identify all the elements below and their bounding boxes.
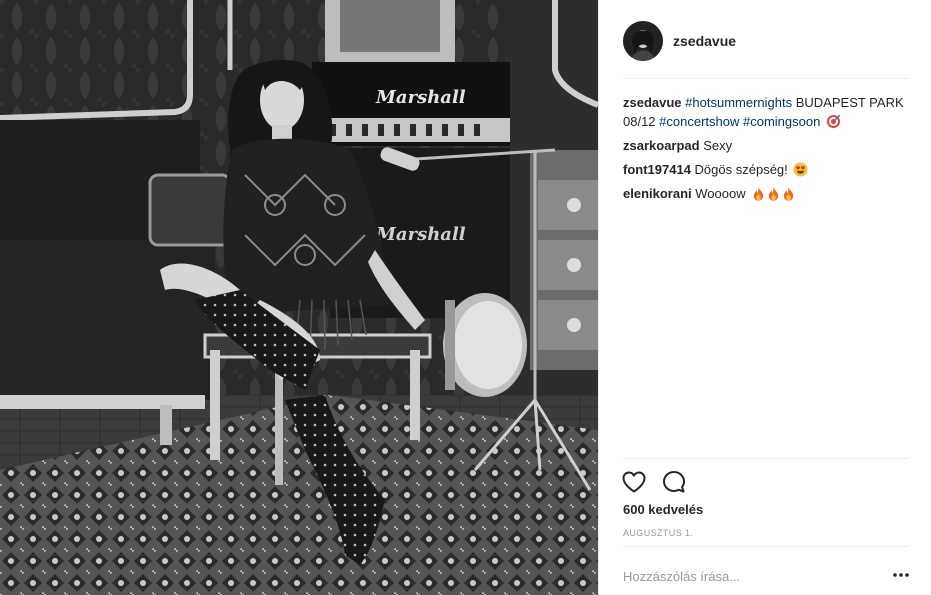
target-emoji-icon (826, 114, 841, 129)
speech-bubble-icon[interactable] (661, 469, 687, 495)
comment-item: elenikorani Woooow (623, 184, 913, 203)
post-details-panel: zsedavue zsedavue #hotsummernights BUDAP… (598, 0, 931, 595)
post-header: zsedavue (623, 20, 909, 62)
header-divider (623, 78, 909, 79)
fire-emoji-icon (754, 186, 764, 201)
action-bar (621, 468, 701, 496)
likes-count[interactable]: 600 kedvelés (623, 502, 703, 517)
avatar-image (623, 21, 663, 61)
amp-logo-cabinet: Marshall (375, 224, 466, 245)
hashtag-link[interactable]: #hotsummernights (685, 95, 792, 110)
caption: zsedavue #hotsummernights BUDAPEST PARK … (623, 93, 913, 131)
post-photo[interactable]: Marshall Marshall (0, 0, 598, 595)
comment-item: font197414 Dögös szépség! (623, 160, 913, 179)
comment-text: Woooow (695, 186, 746, 201)
instagram-post: Marshall Marshall zsedavue zsedavue #hot… (0, 0, 931, 595)
heart-outline-icon[interactable] (621, 469, 647, 495)
comment-input[interactable] (623, 566, 823, 586)
hashtag-link[interactable]: #comingsoon (743, 114, 820, 129)
fire-emoji-icon (784, 186, 794, 201)
hashtag-link[interactable]: #concertshow (659, 114, 739, 129)
caption-username[interactable]: zsedavue (623, 95, 682, 110)
comment-text: Dögös szépség! (694, 162, 788, 177)
more-options-icon[interactable] (892, 570, 910, 580)
avatar[interactable] (623, 21, 663, 61)
comment-item: zsarkoarpad Sexy (623, 136, 913, 155)
comments-list: zsedavue #hotsummernights BUDAPEST PARK … (623, 93, 913, 208)
post-date[interactable]: AUGUSZTUS 1. (623, 528, 693, 538)
fire-emoji-icon (769, 186, 779, 201)
comment-username[interactable]: font197414 (623, 162, 691, 177)
amp-logo-top: Marshall (375, 87, 466, 108)
actions-divider (623, 458, 909, 459)
comment-username[interactable]: zsarkoarpad (623, 138, 700, 153)
comment-text: Sexy (703, 138, 733, 153)
photo-illustration: Marshall Marshall (0, 0, 598, 595)
heart-eyes-emoji-icon (793, 162, 808, 177)
comment-username[interactable]: elenikorani (623, 186, 692, 201)
post-author-username[interactable]: zsedavue (673, 33, 736, 49)
comment-box-divider (623, 546, 909, 547)
